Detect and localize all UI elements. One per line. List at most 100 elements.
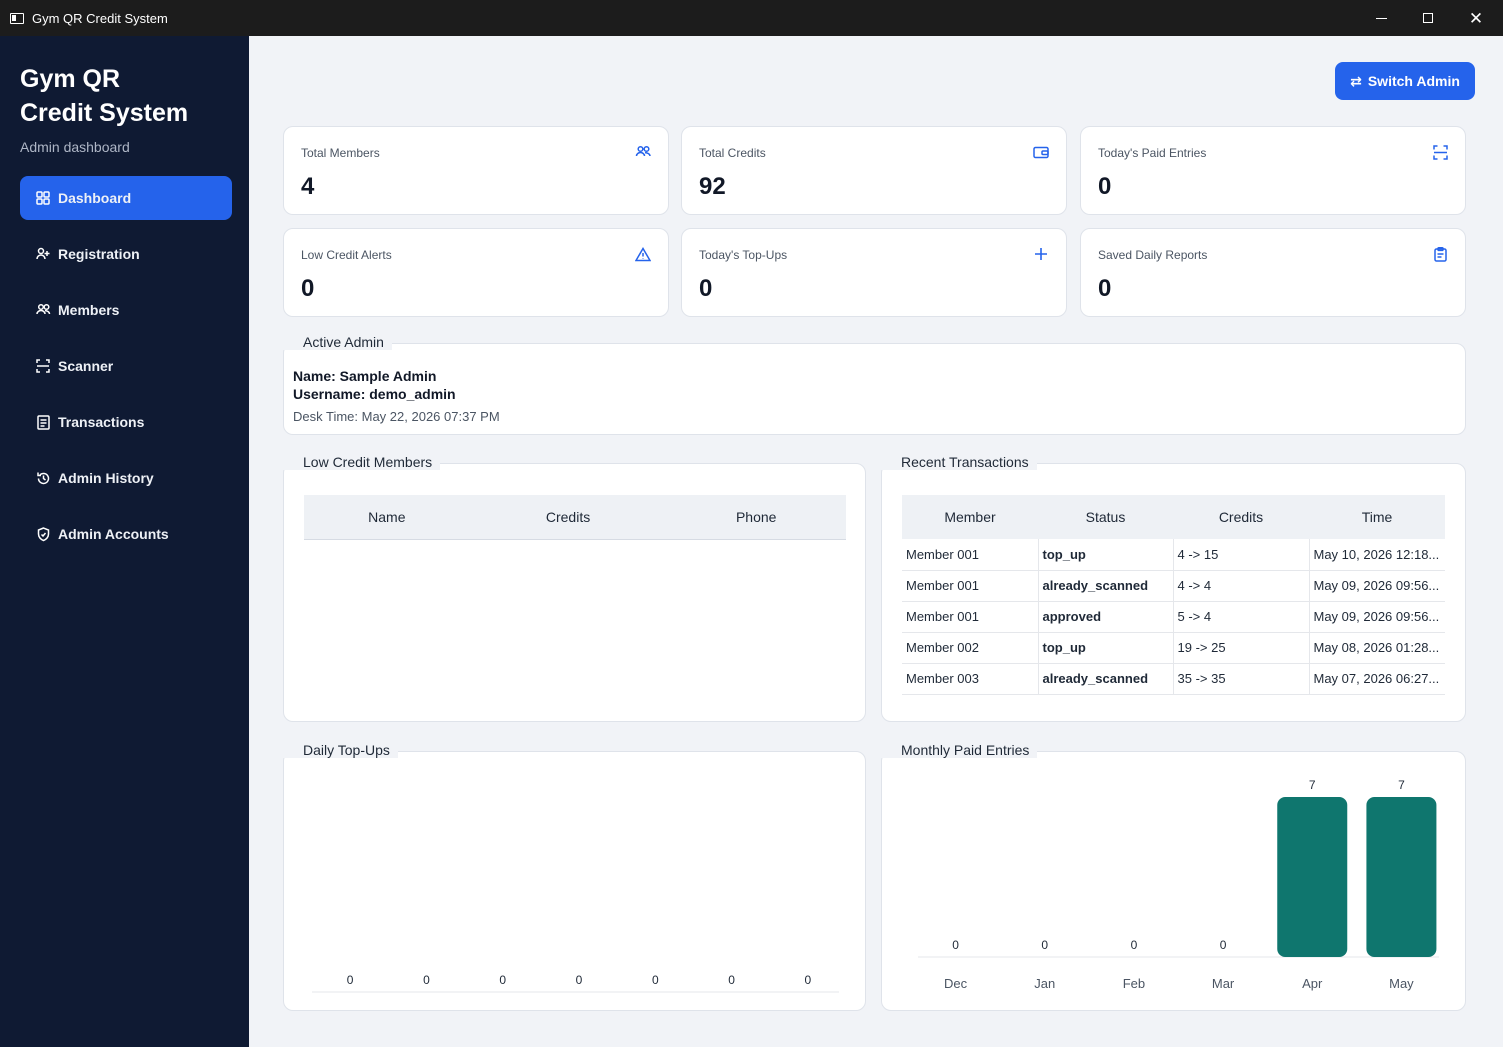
- low-credit-members-panel: Name Credits Phone: [283, 463, 866, 722]
- sidebar-item-label: Members: [58, 302, 120, 318]
- shield-icon: [35, 526, 51, 542]
- chart-data-label: 0: [347, 973, 354, 987]
- chart-data-label: 0: [805, 973, 812, 987]
- active-admin-title: Active Admin: [283, 334, 392, 350]
- recent-transactions-title: Recent Transactions: [881, 454, 1037, 470]
- sidebar-item-registration[interactable]: Registration: [20, 232, 232, 276]
- window-title-bar: Gym QR Credit System ✕: [0, 0, 1503, 36]
- sidebar-item-label: Dashboard: [58, 190, 132, 206]
- user-plus-icon: [35, 247, 51, 261]
- maximize-button[interactable]: [1404, 0, 1452, 36]
- cell-time: May 10, 2026 12:18...: [1309, 539, 1445, 571]
- close-icon: ✕: [1468, 8, 1484, 28]
- stat-value: 0: [1098, 173, 1112, 200]
- cell-credits: 5 -> 4: [1173, 601, 1310, 633]
- cell-member: Member 003: [902, 663, 1039, 695]
- cell-time: May 09, 2026 09:56...: [1309, 570, 1445, 602]
- receipt-icon: [35, 414, 51, 430]
- column-header-time[interactable]: Time: [1309, 495, 1445, 539]
- table-row[interactable]: Member 001 approved 5 -> 4 May 09, 2026 …: [902, 601, 1445, 633]
- daily-top-ups-panel: 0May 160May 170May 180May 190May 200May …: [283, 751, 866, 1011]
- stat-card-total-members: Total Members 4: [283, 126, 669, 215]
- transactions-table: Member Status Credits Time Member 001 to…: [902, 495, 1445, 695]
- chart-data-label: 0: [652, 973, 659, 987]
- window-title: Gym QR Credit System: [32, 10, 168, 26]
- scan-icon: [35, 359, 51, 373]
- monthly-paid-entries-panel: 0 Dec 0 Jan 0 Feb 0 Mar 7 Apr 7 May: [881, 751, 1466, 1011]
- close-button[interactable]: ✕: [1452, 0, 1500, 36]
- low-credit-members-title: Low Credit Members: [283, 454, 441, 470]
- chart-bar: [1277, 797, 1348, 957]
- stat-value: 4: [301, 173, 315, 200]
- column-header-credits[interactable]: Credits: [1173, 495, 1309, 539]
- chart-data-label: 0: [499, 973, 506, 987]
- daily-top-ups-chart: 0May 160May 170May 180May 190May 200May …: [312, 973, 839, 993]
- brand-title: Gym QR Credit System: [20, 65, 189, 127]
- users-icon: [35, 303, 51, 317]
- stat-value: 0: [699, 275, 713, 302]
- cell-member: Member 001: [902, 539, 1039, 571]
- table-row[interactable]: Member 001 already_scanned 4 -> 4 May 09…: [902, 570, 1445, 602]
- sidebar-item-label: Registration: [58, 246, 140, 262]
- sidebar: Gym QR Credit System Admin dashboard Das…: [0, 36, 249, 1047]
- sidebar-item-dashboard[interactable]: Dashboard: [20, 176, 232, 220]
- sidebar-item-admin-history[interactable]: Admin History: [20, 456, 232, 500]
- wallet-icon: [1032, 143, 1050, 161]
- monthly-paid-entries-chart: 0 Dec 0 Jan 0 Feb 0 Mar 7 Apr 7 May: [918, 778, 1439, 991]
- stat-value: 92: [699, 173, 726, 200]
- chart-tick-label: Dec: [944, 976, 968, 991]
- clipboard-icon: [1431, 245, 1449, 263]
- table-row[interactable]: Member 002 top_up 19 -> 25 May 08, 2026 …: [902, 632, 1445, 664]
- chart-data-label: 7: [1309, 778, 1316, 792]
- sidebar-item-transactions[interactable]: Transactions: [20, 400, 232, 444]
- chart-data-label: 0: [952, 938, 959, 952]
- sidebar-item-admin-accounts[interactable]: Admin Accounts: [20, 512, 232, 556]
- table-row[interactable]: Member 001 top_up 4 -> 15 May 10, 2026 1…: [902, 539, 1445, 571]
- column-header-status[interactable]: Status: [1038, 495, 1173, 539]
- app-window-icon: [10, 12, 24, 24]
- table-row[interactable]: Member 003 already_scanned 35 -> 35 May …: [902, 663, 1445, 695]
- chart-data-label: 0: [1041, 938, 1048, 952]
- sidebar-item-label: Admin History: [58, 470, 154, 486]
- brand-subtitle: Admin dashboard: [20, 139, 130, 155]
- stat-value: 0: [301, 275, 315, 302]
- scan-icon: [1431, 143, 1449, 161]
- cell-status: approved: [1038, 601, 1174, 633]
- daily-top-ups-title: Daily Top-Ups: [283, 742, 398, 758]
- column-header-phone[interactable]: Phone: [666, 495, 846, 540]
- sidebar-item-label: Admin Accounts: [58, 526, 169, 542]
- sidebar-item-scanner[interactable]: Scanner: [20, 344, 232, 388]
- minimize-button[interactable]: [1357, 0, 1405, 36]
- stat-label: Total Credits: [699, 146, 766, 160]
- chart-data-label: 0: [728, 973, 735, 987]
- cell-time: May 09, 2026 09:56...: [1309, 601, 1445, 633]
- admin-name: Name: Sample Admin: [293, 368, 437, 384]
- switch-admin-button[interactable]: ⇄ Switch Admin: [1335, 62, 1475, 100]
- chart-data-label: 0: [423, 973, 430, 987]
- sidebar-item-label: Transactions: [58, 414, 145, 430]
- cell-member: Member 002: [902, 632, 1039, 664]
- chart-tick-label: Apr: [1302, 976, 1323, 991]
- minimize-icon: [1375, 17, 1387, 19]
- column-header-credits[interactable]: Credits: [469, 495, 667, 540]
- sidebar-item-members[interactable]: Members: [20, 288, 232, 332]
- plus-icon: [1032, 245, 1050, 263]
- cell-credits: 35 -> 35: [1173, 663, 1310, 695]
- chart-data-label: 0: [1131, 938, 1138, 952]
- column-header-name[interactable]: Name: [304, 495, 470, 540]
- chart-data-label: 7: [1398, 778, 1405, 792]
- stat-label: Saved Daily Reports: [1098, 248, 1208, 262]
- column-header-member[interactable]: Member: [902, 495, 1038, 539]
- stat-value: 0: [1098, 275, 1112, 302]
- low-credit-table: Name Credits Phone: [304, 495, 846, 540]
- cell-status: top_up: [1038, 632, 1174, 664]
- sidebar-item-label: Scanner: [58, 358, 114, 374]
- stat-card-low-credit-alerts: Low Credit Alerts 0: [283, 228, 669, 317]
- chart-tick-label: Feb: [1123, 976, 1145, 991]
- chart-bar: [1366, 797, 1437, 957]
- stat-card-total-credits: Total Credits 92: [681, 126, 1067, 215]
- stat-label: Total Members: [301, 146, 380, 160]
- recent-transactions-panel: Member Status Credits Time Member 001 to…: [881, 463, 1466, 722]
- cell-member: Member 001: [902, 601, 1039, 633]
- stat-card-todays-paid-entries: Today's Paid Entries 0: [1080, 126, 1466, 215]
